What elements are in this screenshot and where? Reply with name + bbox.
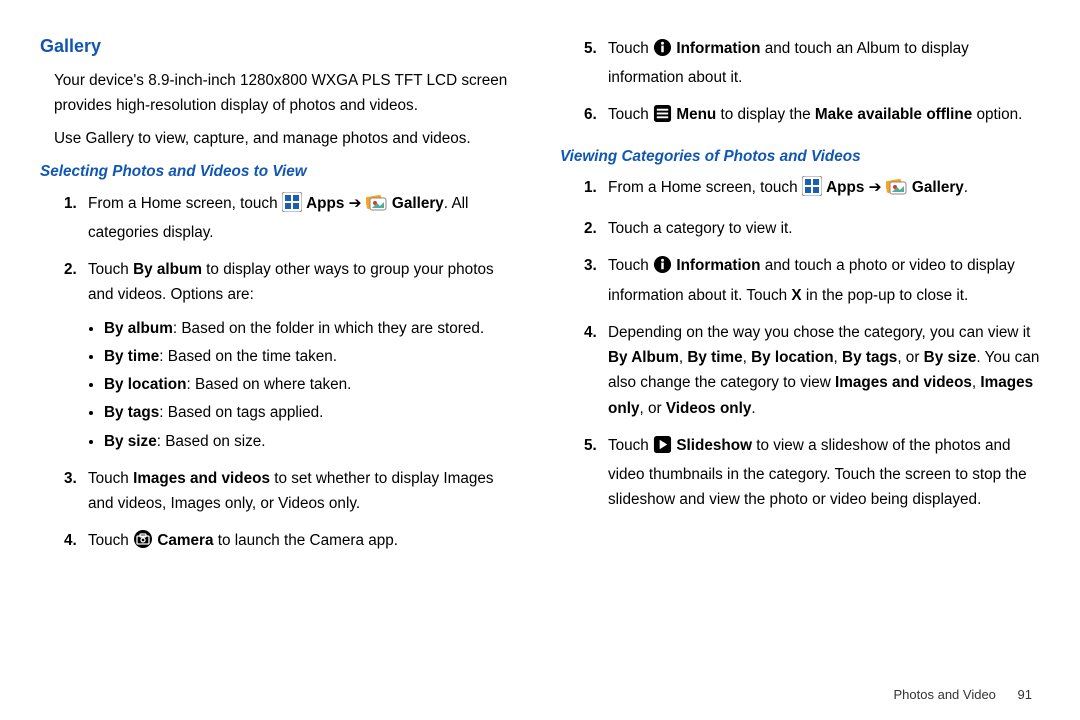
page-footer: Photos and Video 91	[894, 687, 1033, 702]
info-icon	[653, 255, 672, 282]
camera-icon	[133, 529, 153, 557]
step-3: Touch Images and videos to set whether t…	[88, 466, 520, 516]
vstep-4: Depending on the way you chose the categ…	[608, 320, 1040, 421]
vstep-3: Touch Information and touch a photo or v…	[608, 253, 1040, 307]
gallery-icon	[366, 192, 388, 220]
vstep-2: Touch a category to view it.	[608, 216, 1040, 241]
steps-list-left: From a Home screen, touch Apps ➔ Gallery…	[40, 191, 520, 558]
gallery-icon	[886, 176, 908, 204]
manual-page: Gallery Your device's 8.9-inch-inch 1280…	[0, 0, 1080, 579]
right-column: Touch Information and touch an Album to …	[560, 32, 1040, 569]
step-5: Touch Information and touch an Album to …	[608, 36, 1040, 90]
step-4: Touch Camera to launch the Camera app.	[88, 528, 520, 557]
left-column: Gallery Your device's 8.9-inch-inch 1280…	[40, 32, 520, 569]
vstep-1: From a Home screen, touch Apps ➔ Gallery…	[608, 175, 1040, 204]
intro-text-2: Use Gallery to view, capture, and manage…	[54, 126, 520, 151]
slideshow-icon	[653, 435, 672, 462]
footer-page-number: 91	[1018, 687, 1032, 702]
subheading-selecting: Selecting Photos and Videos to View	[40, 159, 520, 184]
step-2: Touch By album to display other ways to …	[88, 257, 520, 454]
vstep-5: Touch Slideshow to view a slideshow of t…	[608, 433, 1040, 513]
footer-section: Photos and Video	[894, 687, 996, 702]
subheading-viewing: Viewing Categories of Photos and Videos	[560, 144, 1040, 169]
step-6: Touch Menu to display the Make available…	[608, 102, 1040, 131]
apps-icon	[282, 192, 302, 220]
steps-list-viewing: From a Home screen, touch Apps ➔ Gallery…	[560, 175, 1040, 513]
info-icon	[653, 38, 672, 65]
step-1: From a Home screen, touch Apps ➔ Gallery…	[88, 191, 520, 245]
menu-icon	[653, 104, 672, 131]
section-heading: Gallery	[40, 32, 520, 62]
steps-list-right-continued: Touch Information and touch an Album to …	[560, 36, 1040, 132]
options-bullets: By album: Based on the folder in which t…	[88, 316, 520, 454]
intro-text-1: Your device's 8.9-inch-inch 1280x800 WXG…	[54, 68, 520, 118]
apps-icon	[802, 176, 822, 204]
